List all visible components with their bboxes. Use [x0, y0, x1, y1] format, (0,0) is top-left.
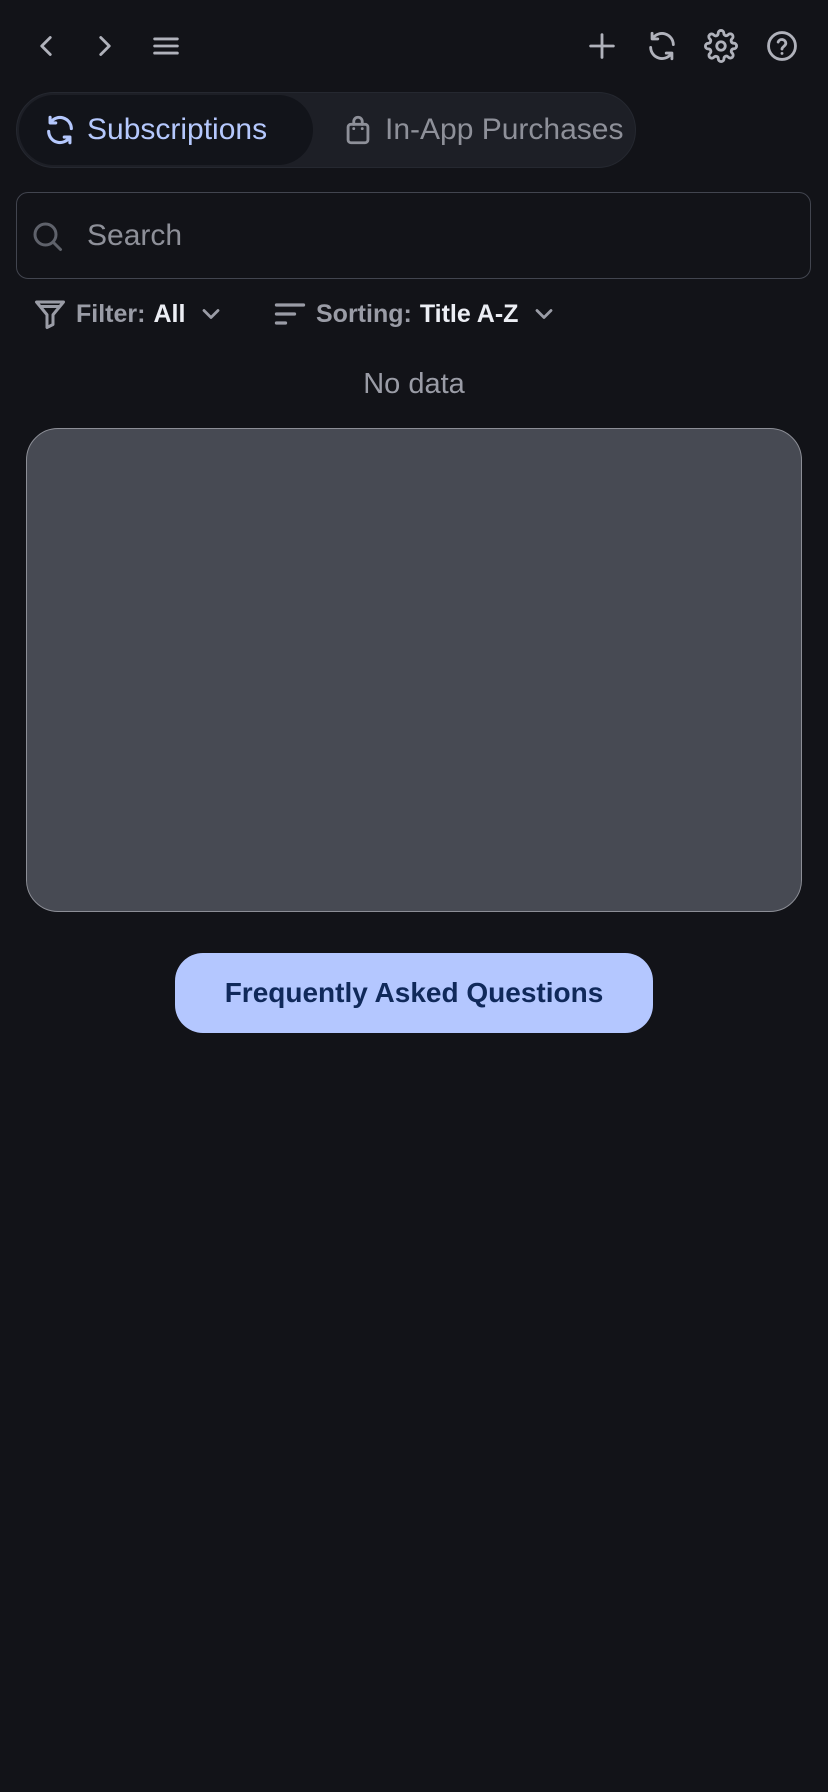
- sorting-dropdown[interactable]: Sorting: Title A-Z: [272, 290, 558, 338]
- shopping-bag-icon: [346, 115, 370, 145]
- filter-icon: [35, 300, 65, 329]
- tab-subscriptions-label: Subscriptions: [87, 113, 268, 146]
- add-button[interactable]: [574, 18, 630, 74]
- refresh-icon: [47, 115, 73, 145]
- empty-state-message: No data: [363, 368, 465, 400]
- add-icon: [589, 33, 615, 59]
- sorting-key: Sorting:: [316, 299, 412, 328]
- settings-button[interactable]: [693, 18, 749, 74]
- filter-value: All: [153, 299, 186, 328]
- empty-state-placeholder: [26, 428, 802, 912]
- filter-key: Filter:: [76, 299, 146, 328]
- forward-button[interactable]: [77, 18, 133, 74]
- sorting-value: Title A-Z: [419, 299, 519, 328]
- sort-icon: [274, 303, 306, 325]
- forward-icon: [99, 36, 111, 56]
- chevron-down-icon: [536, 309, 553, 319]
- tab-subscriptions[interactable]: Subscriptions: [19, 95, 313, 165]
- search-input[interactable]: [85, 217, 765, 254]
- search-bar: [16, 192, 811, 279]
- menu-icon: [153, 37, 179, 55]
- back-button[interactable]: [18, 18, 74, 74]
- tab-in-app-purchases-label: In-App Purchases: [385, 113, 624, 146]
- top-toolbar: [0, 0, 828, 90]
- purchase-type-tabs: Subscriptions In-App Purchases: [16, 92, 636, 168]
- back-icon: [40, 36, 52, 56]
- menu-button[interactable]: [138, 18, 194, 74]
- chevron-down-icon: [203, 309, 220, 319]
- tab-in-app-purchases[interactable]: In-App Purchases: [321, 95, 631, 165]
- filter-dropdown[interactable]: Filter: All: [32, 290, 225, 338]
- refresh-button[interactable]: [634, 18, 690, 74]
- faq-button[interactable]: Frequently Asked Questions: [175, 953, 653, 1033]
- help-button[interactable]: [754, 18, 810, 74]
- refresh-icon: [649, 31, 675, 61]
- search-icon: [33, 222, 62, 251]
- help-icon: [767, 31, 797, 61]
- settings-icon: [704, 29, 738, 63]
